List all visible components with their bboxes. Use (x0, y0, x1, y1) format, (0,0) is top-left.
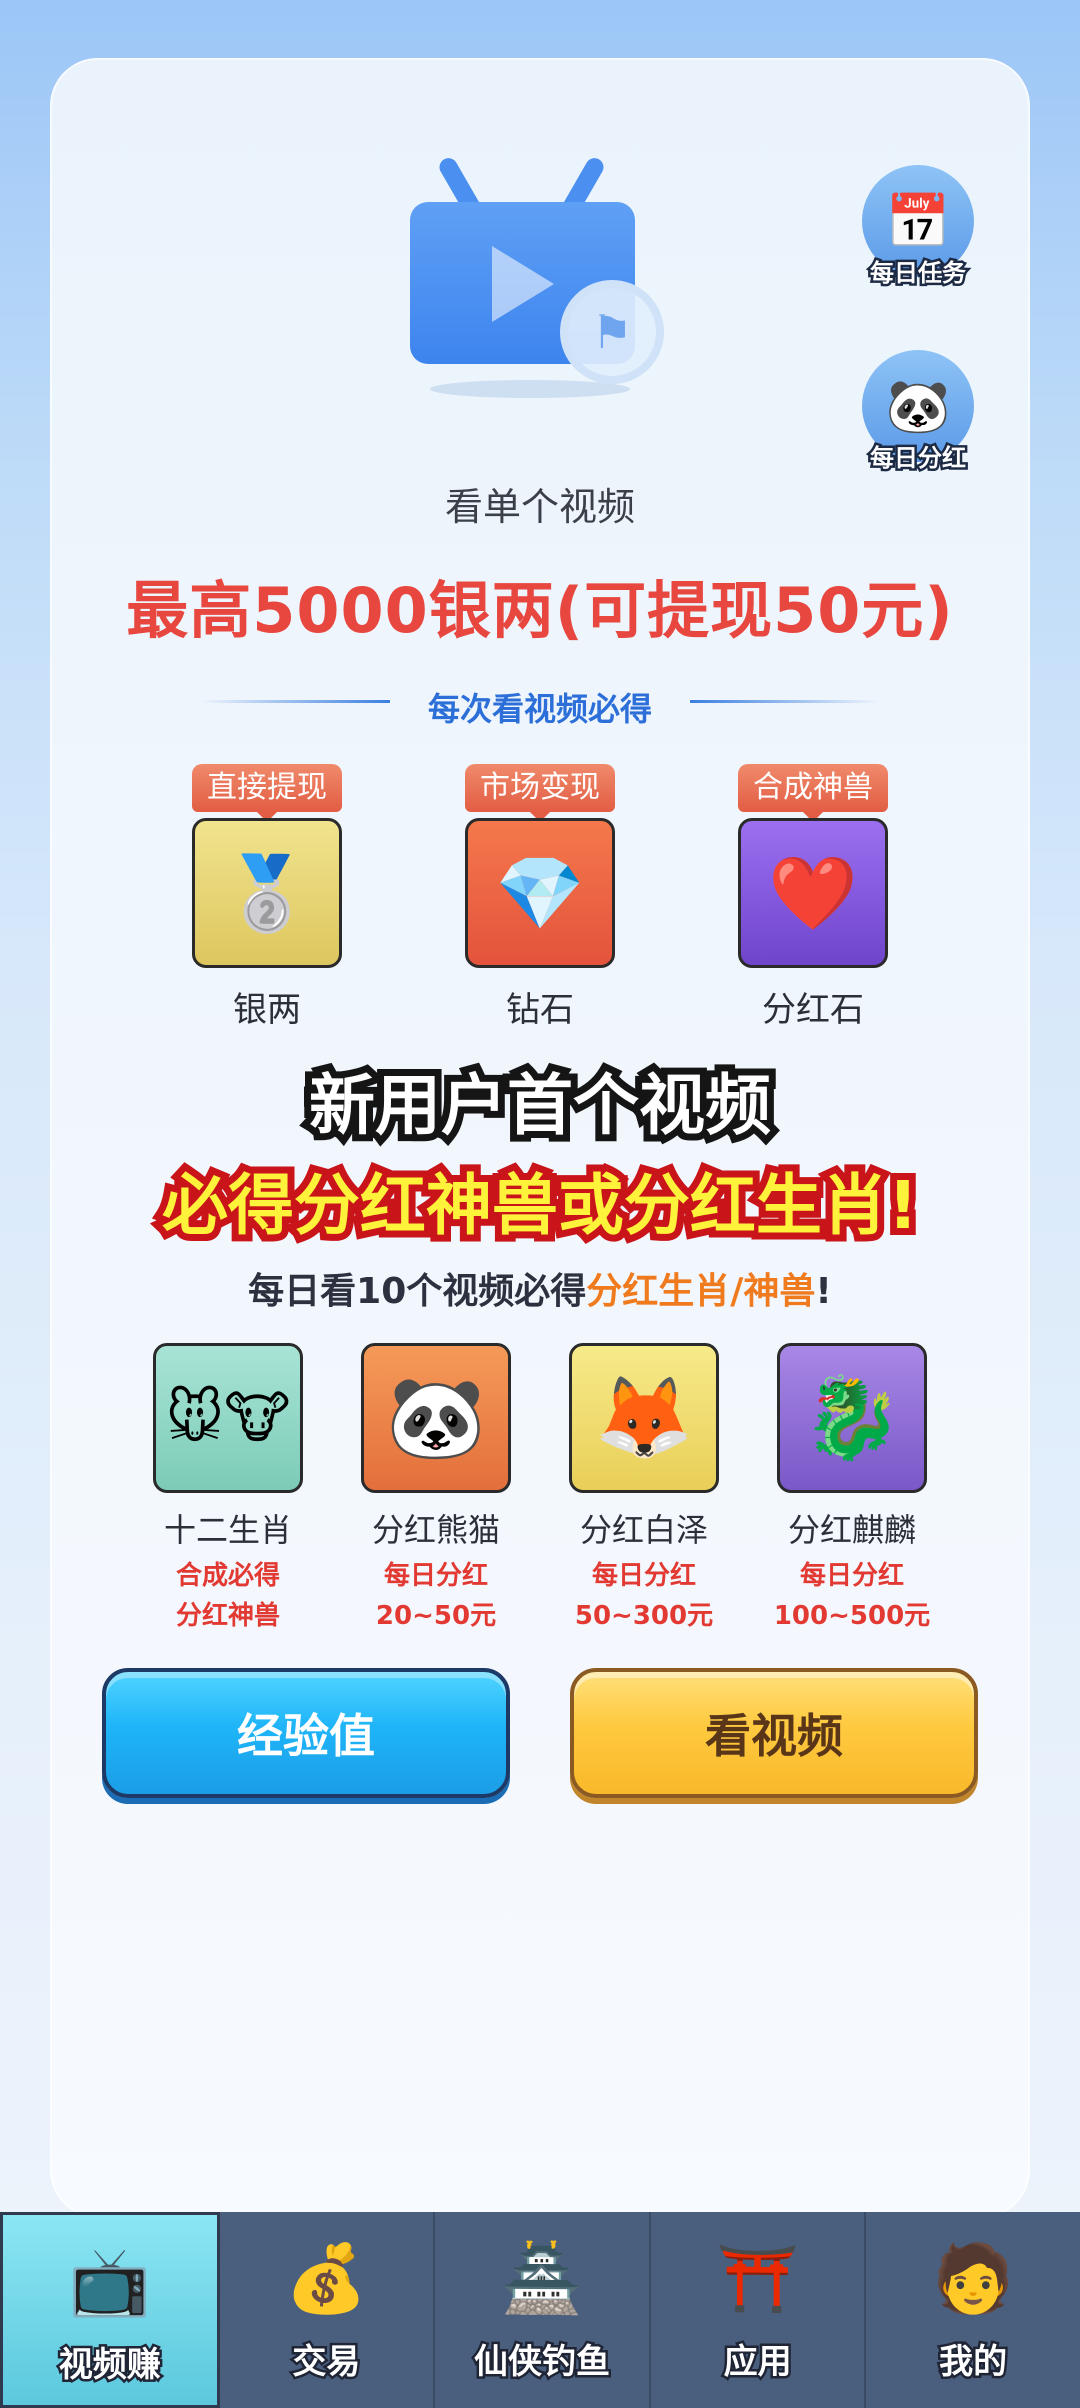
beast-desc-2: 20~50元 (375, 1601, 497, 1631)
promo-line-2: 必得分红神兽或分红生肖! (155, 1160, 925, 1251)
page-subtitle: 看单个视频 (444, 485, 635, 529)
reward-tag: 市场变现 (465, 764, 615, 822)
portal-gate-icon: ⛩️ (716, 2240, 799, 2317)
reward-name: 钻石 (506, 990, 574, 1030)
silver-ingot-icon: 🥈 (192, 818, 342, 968)
reward-name: 银两 (233, 990, 301, 1030)
reward-name: 分红石 (762, 990, 864, 1030)
money-bag-icon: 💰 (285, 2240, 368, 2317)
beast-desc-2: 100~500元 (773, 1601, 931, 1631)
beast-name: 分红麒麟 (787, 1511, 916, 1549)
bottom-tab-bar: 📺 视频赚 💰 交易 🏯 仙侠钓鱼 ⛩️ 应用 🧑 我的 (0, 2212, 1080, 2408)
panda-icon: 🐼 (361, 1343, 511, 1493)
tab-label: 我的 (937, 2340, 1010, 2385)
experience-button[interactable]: 经验值 (102, 1668, 510, 1798)
page-headline: 最高5000银两(可提现50元) (126, 574, 954, 647)
reward-tag: 合成神兽 (738, 764, 888, 822)
beast-desc-1: 每日分红 (799, 1561, 904, 1591)
beast-name: 十二生肖 (163, 1511, 292, 1549)
tab-apps[interactable]: ⛩️ 应用 (651, 2212, 867, 2408)
pavilion-icon: 🏯 (500, 2240, 584, 2317)
tab-label: 交易 (290, 2340, 363, 2385)
tab-label: 应用 (721, 2340, 794, 2385)
tab-mine[interactable]: 🧑 我的 (866, 2212, 1080, 2408)
tab-fishing[interactable]: 🏯 仙侠钓鱼 (435, 2212, 651, 2408)
daily-task-button[interactable]: 📅 每日任务 (858, 165, 978, 295)
video-tv-icon: 📺 (68, 2243, 151, 2320)
beast-desc-2: 50~300元 (574, 1601, 714, 1631)
tab-trade[interactable]: 💰 交易 (220, 2212, 436, 2408)
tab-label: 仙侠钓鱼 (471, 2340, 612, 2385)
avatar-icon: 🧑 (932, 2240, 1015, 2317)
daily-highlight: 分红生肖/神兽 (586, 1271, 816, 1312)
reward-tag: 直接提现 (192, 764, 342, 822)
daily-reward-text: 每日看10个视频必得分红生肖/神兽! (0, 1262, 1080, 1314)
tv-video-icon: ⚑ (410, 150, 670, 400)
flag-badge-icon: ⚑ (560, 280, 664, 384)
tab-video-earn[interactable]: 📺 视频赚 (0, 2212, 220, 2408)
qilin-icon: 🐉 (777, 1343, 927, 1493)
daily-dividend-button[interactable]: 🐼 每日分红 (858, 350, 978, 480)
baize-icon: 🦊 (569, 1343, 719, 1493)
beast-desc-1: 合成必得 (175, 1561, 280, 1591)
daily-dividend-label: 每日分红 (868, 442, 969, 475)
beast-desc-1: 每日分红 (591, 1561, 696, 1591)
daily-task-label: 每日任务 (868, 257, 969, 290)
daily-suffix: ! (815, 1271, 832, 1312)
tab-label: 视频赚 (56, 2343, 163, 2388)
beast-name: 分红白泽 (579, 1511, 708, 1549)
watch-video-button[interactable]: 看视频 (570, 1668, 978, 1798)
zodiac-icon: 🐭🐮 (153, 1343, 303, 1493)
ruby-icon: ❤️ (738, 818, 888, 968)
beast-name: 分红熊猫 (371, 1511, 500, 1549)
daily-prefix: 每日看10个视频必得 (248, 1271, 587, 1312)
beast-desc-1: 每日分红 (383, 1561, 488, 1591)
promo-line-1: 新用户首个视频 (302, 1060, 778, 1151)
play-icon (492, 246, 554, 322)
diamond-icon: 💎 (465, 818, 615, 968)
divider-text: 每次看视频必得 (427, 690, 652, 728)
beast-desc-2: 分红神兽 (175, 1601, 280, 1631)
